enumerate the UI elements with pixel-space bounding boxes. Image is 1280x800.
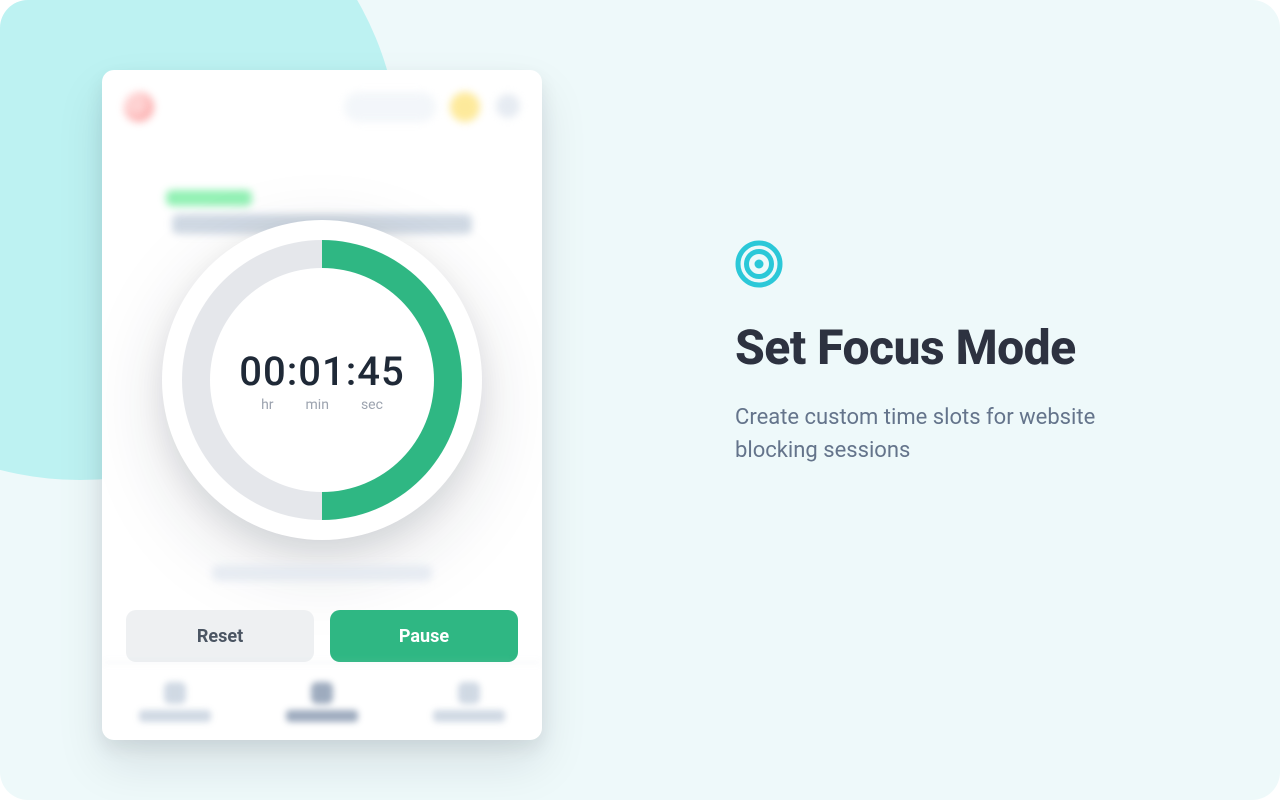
nav-item-focus-mode[interactable] bbox=[249, 663, 396, 740]
nav-item-block-list[interactable] bbox=[102, 663, 249, 740]
marketing-copy: Set Focus Mode Create custom time slots … bbox=[735, 240, 1175, 467]
mid-caption-blurred bbox=[102, 565, 542, 581]
nav-label bbox=[286, 710, 358, 722]
list-icon bbox=[164, 682, 186, 704]
sec-label: sec bbox=[361, 397, 383, 413]
bottom-nav-blurred bbox=[102, 662, 542, 740]
mid-line bbox=[212, 565, 432, 581]
hr-label: hr bbox=[261, 397, 273, 413]
nav-label bbox=[433, 710, 505, 722]
avatar bbox=[450, 92, 480, 122]
pause-button[interactable]: Pause bbox=[330, 610, 518, 662]
gear-icon bbox=[496, 94, 520, 118]
timer-unit-labels: hr min sec bbox=[261, 397, 383, 413]
min-label: min bbox=[306, 397, 329, 413]
headline: Set Focus Mode bbox=[735, 320, 1175, 377]
nav-item-insights[interactable] bbox=[395, 663, 542, 740]
subcopy: Create custom time slots for website blo… bbox=[735, 401, 1175, 467]
chart-icon bbox=[458, 682, 480, 704]
feature-card: 00:01:45 hr min sec Reset Pause bbox=[0, 0, 1280, 800]
timer-readout: 00:01:45 hr min sec bbox=[239, 348, 405, 413]
timer-digits: 00:01:45 bbox=[239, 348, 405, 395]
reset-button[interactable]: Reset bbox=[126, 610, 314, 662]
target-icon bbox=[311, 682, 333, 704]
phone-mock: 00:01:45 hr min sec Reset Pause bbox=[102, 70, 542, 740]
bullseye-icon bbox=[735, 240, 783, 288]
timer-hr: 00 bbox=[239, 348, 286, 395]
topbar-pill bbox=[344, 92, 436, 122]
timer-controls: Reset Pause bbox=[126, 610, 518, 662]
app-logo bbox=[124, 92, 154, 122]
timer-min: 01 bbox=[298, 348, 345, 395]
reset-button-label: Reset bbox=[197, 626, 243, 647]
timer-ring: 00:01:45 hr min sec bbox=[162, 220, 482, 540]
nav-label bbox=[139, 710, 211, 722]
caption-tag bbox=[166, 190, 252, 206]
phone-topbar-blurred bbox=[102, 70, 542, 150]
pause-button-label: Pause bbox=[399, 626, 449, 647]
timer-sec: 45 bbox=[357, 348, 404, 395]
